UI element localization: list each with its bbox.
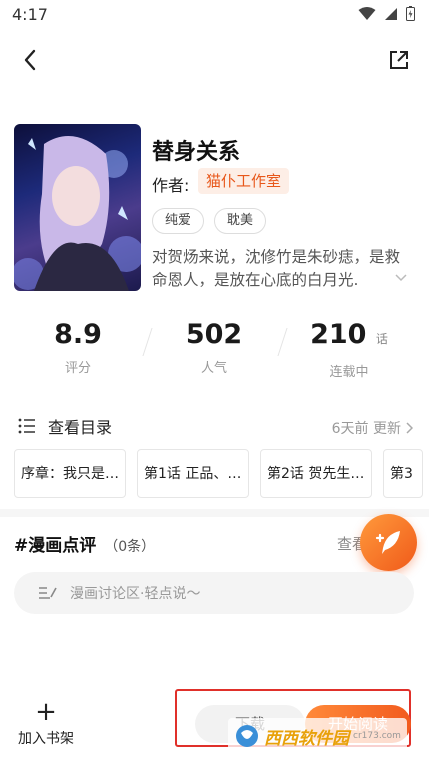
section-divider [0, 509, 429, 517]
chapter-item[interactable]: 第1话 正品、… [137, 449, 249, 498]
stat-popularity: 502 人气 [154, 318, 274, 376]
comic-title: 替身关系 [152, 140, 241, 165]
watermark-logo-icon [236, 725, 258, 747]
comment-count: （0条） [104, 539, 156, 555]
write-comment-button[interactable] [360, 514, 417, 571]
share-icon [390, 51, 408, 69]
author-label: 作者: [152, 176, 190, 195]
plus-icon: + [35, 697, 57, 727]
tag-chip[interactable]: 耽美 [214, 208, 267, 234]
chevron-left-icon [24, 49, 36, 71]
back-button[interactable] [14, 44, 46, 76]
stat-label: 人气 [200, 361, 227, 376]
edit-lines-icon [39, 587, 57, 599]
stat-value: 502 [185, 319, 243, 350]
wifi-icon [358, 6, 376, 20]
battery-icon [406, 6, 415, 21]
stat-chapters: 210 话 连载中 [289, 318, 409, 380]
list-icon [18, 418, 35, 434]
status-icons [358, 6, 415, 21]
stat-value: 8.9 [54, 319, 102, 350]
expand-description-button[interactable] [394, 268, 408, 287]
catalog-update-link[interactable]: 6天前 更新 [332, 418, 413, 438]
stat-label: 连载中 [329, 365, 369, 380]
quill-icon [375, 530, 400, 554]
catalog-title: 查看目录 [48, 418, 113, 437]
chapter-item[interactable]: 序章：我只是… [14, 449, 126, 498]
add-to-shelf-button[interactable]: + 加入书架 [14, 697, 78, 748]
share-button[interactable] [383, 44, 415, 76]
stat-unit: 话 [375, 332, 388, 346]
comment-placeholder: 漫画讨论区·轻点说～ [70, 586, 201, 602]
chevron-right-icon [406, 422, 413, 434]
chapter-item[interactable]: 第3 [383, 449, 423, 498]
stat-divider [142, 328, 153, 356]
chapter-item[interactable]: 第2话 贺先生… [260, 449, 372, 498]
stat-label: 评分 [64, 361, 91, 376]
comment-input[interactable]: 漫画讨论区·轻点说～ [14, 572, 414, 614]
tag-list: 纯爱 耽美 [152, 208, 267, 234]
watermark-text: 西西软件园 [264, 728, 349, 749]
signal-icon [385, 7, 397, 20]
comic-description: 对贺炀来说，沈修竹是朱砂痣，是救命恩人，是放在心底的白月光. [152, 248, 401, 289]
status-time: 4:17 [12, 5, 48, 24]
add-shelf-label: 加入书架 [18, 731, 74, 747]
comment-title: #漫画点评 [14, 536, 97, 556]
cover-illustration [14, 136, 141, 291]
stat-rating: 8.9 评分 [18, 318, 138, 376]
chapter-list: 序章：我只是… 第1话 正品、… 第2话 贺先生… 第3 [14, 449, 423, 498]
stat-divider [277, 328, 288, 356]
comment-header: #漫画点评 （0条） [14, 531, 155, 556]
author-link[interactable]: 猫仆工作室 [198, 168, 290, 194]
watermark-url: cr173.com [353, 731, 401, 741]
catalog-button[interactable]: 查看目录 [18, 414, 112, 438]
watermark: 西西软件园 cr173.com [228, 718, 407, 754]
tag-chip[interactable]: 纯爱 [152, 208, 205, 234]
stat-value: 210 [310, 319, 367, 350]
chevron-down-icon [395, 274, 407, 282]
update-text: 6天前 更新 [331, 421, 401, 437]
comic-cover[interactable] [14, 124, 141, 291]
